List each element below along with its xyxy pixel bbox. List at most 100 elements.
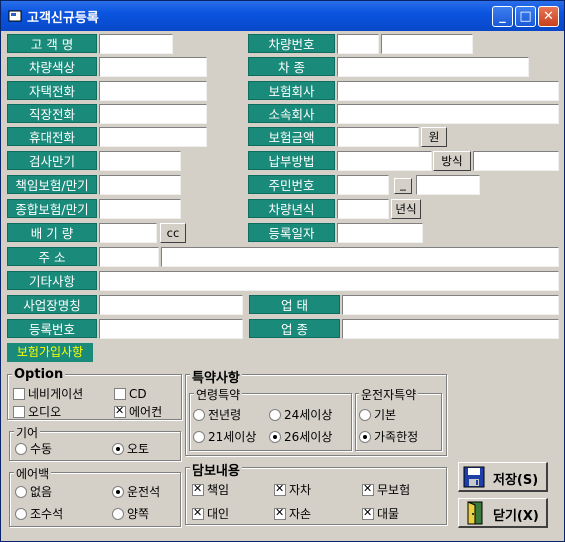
coverage-liability[interactable]: 책임 xyxy=(192,482,229,497)
customer-registration-window: 고객신규등록 _ □ ✕ 고 객 명 차량번호 차량색상 차 종 자택전화 보험… xyxy=(0,0,565,542)
insurance-section-tab[interactable]: 보험가입사항 xyxy=(7,343,93,362)
cc-unit-button[interactable]: cc xyxy=(160,223,186,243)
option-cd[interactable]: CD xyxy=(114,387,147,401)
resident-number-front-field[interactable] xyxy=(337,175,389,195)
airbag-driver-radio[interactable] xyxy=(112,486,124,498)
liability-insurance-field[interactable] xyxy=(99,175,181,195)
displacement-field[interactable] xyxy=(99,223,157,243)
gear-auto[interactable]: 오토 xyxy=(112,442,149,456)
option-audio[interactable]: 오디오 xyxy=(13,405,61,419)
resident-number-back-field[interactable] xyxy=(416,175,480,195)
business-name-field[interactable] xyxy=(99,295,243,315)
coverage-uninsured[interactable]: 무보험 xyxy=(362,482,410,497)
airbag-driver[interactable]: 운전석 xyxy=(112,485,160,499)
car-color-field[interactable] xyxy=(99,57,207,77)
car-year-unit-button[interactable]: 년식 xyxy=(391,199,421,219)
address-field[interactable] xyxy=(161,247,559,267)
coverage-bodily-checkbox[interactable] xyxy=(192,506,204,520)
business-type-field[interactable] xyxy=(342,295,559,315)
coverage-own-car-checkbox[interactable] xyxy=(274,482,286,496)
car-type-field[interactable] xyxy=(337,57,529,77)
car-number-field-1[interactable] xyxy=(337,34,379,54)
coverage-bodily[interactable]: 대인 xyxy=(192,506,229,521)
option-aircon[interactable]: 에어컨 xyxy=(114,404,162,419)
app-icon xyxy=(8,10,22,22)
airbag-both[interactable]: 양쪽 xyxy=(112,507,149,521)
remarks-field[interactable] xyxy=(99,271,559,291)
label-insurance-amount: 보험금액 xyxy=(248,127,335,146)
age-all-radio[interactable] xyxy=(193,409,205,421)
airbag-none-radio[interactable] xyxy=(15,486,27,498)
coverage-property[interactable]: 대물 xyxy=(362,506,399,521)
manual-radio[interactable] xyxy=(15,443,27,455)
age-24[interactable]: 24세이상 xyxy=(269,408,332,422)
won-unit-button[interactable]: 원 xyxy=(421,127,447,147)
save-button[interactable]: 저장(S) xyxy=(458,462,548,492)
label-insurer: 보험회사 xyxy=(248,81,335,100)
option-navigation[interactable]: 네비게이션 xyxy=(13,387,83,401)
car-number-field-2[interactable] xyxy=(381,34,473,54)
registration-date-field[interactable] xyxy=(337,223,423,243)
audio-checkbox[interactable] xyxy=(13,406,25,418)
business-item-field[interactable] xyxy=(342,319,559,339)
age-26[interactable]: 26세이상 xyxy=(269,430,332,444)
insurance-amount-field[interactable] xyxy=(337,127,419,147)
auto-radio[interactable] xyxy=(112,443,124,455)
coverage-self-injury-checkbox[interactable] xyxy=(274,506,286,520)
airbag-passenger-radio[interactable] xyxy=(15,508,27,520)
payment-method-button[interactable]: 방식 xyxy=(433,151,471,171)
label-company: 소속회사 xyxy=(248,104,335,123)
label-business-name: 사업장명칭 xyxy=(7,295,97,314)
airbag-none[interactable]: 없음 xyxy=(15,485,52,499)
coverage-property-checkbox[interactable] xyxy=(362,506,374,520)
coverage-self-injury[interactable]: 자손 xyxy=(274,506,311,521)
age-24-radio[interactable] xyxy=(269,409,281,421)
floppy-disk-icon xyxy=(463,466,485,488)
age-26-radio[interactable] xyxy=(269,431,281,443)
work-phone-field[interactable] xyxy=(99,104,207,124)
label-payment-method: 납부방법 xyxy=(248,151,335,170)
age-all[interactable]: 전년령 xyxy=(193,408,241,422)
option-group-title: Option xyxy=(12,367,66,382)
home-phone-field[interactable] xyxy=(99,81,207,101)
label-mobile: 휴대전화 xyxy=(7,127,97,146)
company-field[interactable] xyxy=(337,104,559,124)
title-bar[interactable]: 고객신규등록 _ □ ✕ xyxy=(1,1,564,31)
comprehensive-insurance-field[interactable] xyxy=(99,199,181,219)
coverage-group-title: 담보내용 xyxy=(190,460,242,479)
cd-checkbox[interactable] xyxy=(114,388,126,400)
coverage-own-car[interactable]: 자차 xyxy=(274,482,311,497)
customer-name-field[interactable] xyxy=(99,34,173,54)
registration-number-field[interactable] xyxy=(99,319,243,339)
gear-manual[interactable]: 수동 xyxy=(15,442,52,456)
navigation-checkbox[interactable] xyxy=(13,388,25,400)
payment-method-field[interactable] xyxy=(337,151,432,171)
age-21-radio[interactable] xyxy=(193,431,205,443)
airbag-both-radio[interactable] xyxy=(112,508,124,520)
car-year-field[interactable] xyxy=(337,199,389,219)
minimize-button[interactable]: _ xyxy=(492,6,513,27)
age-21[interactable]: 21세이상 xyxy=(193,430,256,444)
label-home-phone: 자택전화 xyxy=(7,81,97,100)
coverage-uninsured-checkbox[interactable] xyxy=(362,482,374,496)
close-button-label: 닫기(X) xyxy=(493,509,539,524)
driver-family[interactable]: 가족한정 xyxy=(359,430,418,444)
close-window-button[interactable]: ✕ xyxy=(538,6,559,27)
coverage-liability-checkbox[interactable] xyxy=(192,482,204,496)
label-resident-number: 주민번호 xyxy=(248,175,335,194)
maximize-button[interactable]: □ xyxy=(515,6,536,27)
driver-family-radio[interactable] xyxy=(359,431,371,443)
label-car-number: 차량번호 xyxy=(248,34,335,53)
driver-basic[interactable]: 기본 xyxy=(359,408,396,422)
inspection-expiry-field[interactable] xyxy=(99,151,181,171)
driver-basic-radio[interactable] xyxy=(359,409,371,421)
payment-detail-field[interactable] xyxy=(473,151,559,171)
insurer-field[interactable] xyxy=(337,81,559,101)
close-button[interactable]: 닫기(X) xyxy=(458,498,548,528)
mobile-field[interactable] xyxy=(99,127,207,147)
airbag-passenger[interactable]: 조수석 xyxy=(15,507,63,521)
label-address: 주 소 xyxy=(7,247,97,266)
zip-code-field[interactable] xyxy=(99,247,159,267)
label-car-color: 차량색상 xyxy=(7,57,97,76)
aircon-checkbox[interactable] xyxy=(114,404,126,418)
